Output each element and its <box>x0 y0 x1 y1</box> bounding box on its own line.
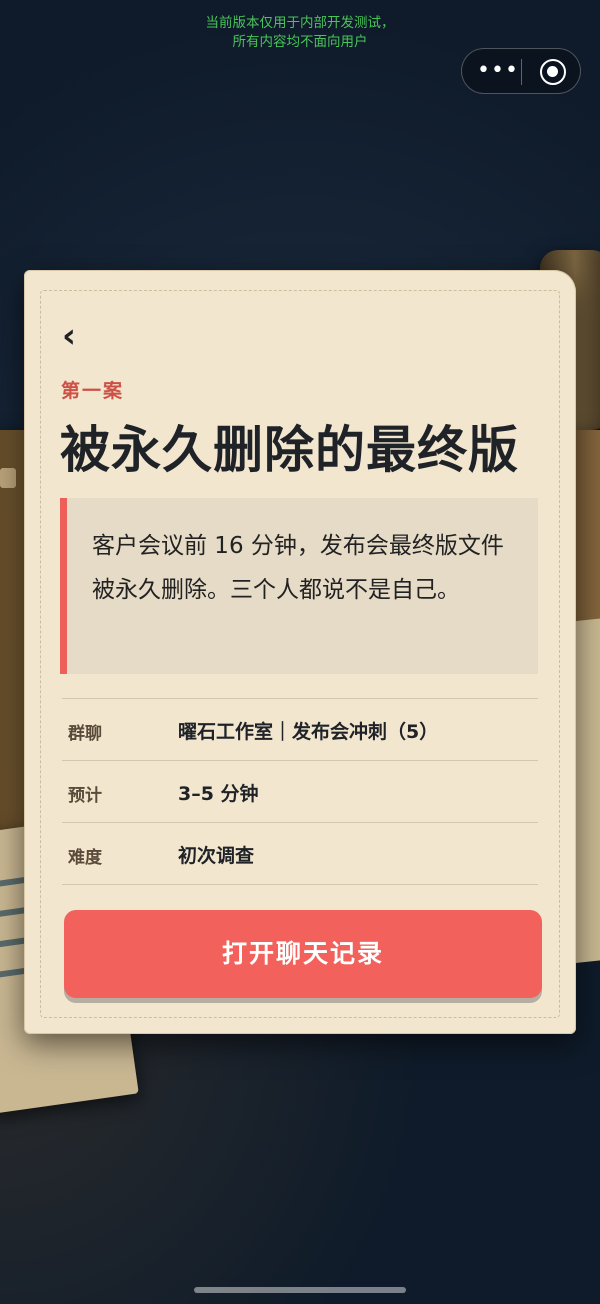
info-key: 预计 <box>68 786 102 806</box>
info-row-duration: 预计 3–5 分钟 <box>62 760 538 822</box>
dev-notice: 当前版本仅用于内部开发测试， 所有内容均不面向用户 <box>0 14 600 52</box>
home-indicator[interactable] <box>194 1287 406 1293</box>
info-key: 群聊 <box>68 724 102 744</box>
case-info-table: 群聊 曜石工作室｜发布会冲刺（5） 预计 3–5 分钟 难度 初次调查 <box>62 698 538 885</box>
info-value: 曜石工作室｜发布会冲刺（5） <box>178 721 439 743</box>
dev-notice-line1: 当前版本仅用于内部开发测试， <box>205 15 395 31</box>
more-dots-icon[interactable]: ••• <box>477 60 518 82</box>
miniprogram-capsule: ••• <box>461 48 581 94</box>
info-row-group: 群聊 曜石工作室｜发布会冲刺（5） <box>62 698 538 760</box>
case-summary-box: 客户会议前 16 分钟，发布会最终版文件被永久删除。三个人都说不是自己。 <box>60 498 538 674</box>
open-chat-button[interactable]: 打开聊天记录 <box>64 910 542 998</box>
capsule-divider <box>521 59 522 85</box>
case-title: 被永久删除的最终版 <box>60 421 519 479</box>
target-circle-icon[interactable] <box>540 59 566 85</box>
info-key: 难度 <box>68 848 102 868</box>
case-number-label: 第一案 <box>61 380 125 402</box>
info-row-difficulty: 难度 初次调查 <box>62 822 538 885</box>
background-clip <box>0 468 16 488</box>
case-card: ‹ 第一案 被永久删除的最终版 客户会议前 16 分钟，发布会最终版文件被永久删… <box>24 270 576 1034</box>
info-value: 初次调查 <box>178 845 255 867</box>
info-value: 3–5 分钟 <box>178 783 259 805</box>
case-summary-text: 客户会议前 16 分钟，发布会最终版文件被永久删除。三个人都说不是自己。 <box>92 533 504 603</box>
back-chevron-icon[interactable]: ‹ <box>62 319 90 353</box>
